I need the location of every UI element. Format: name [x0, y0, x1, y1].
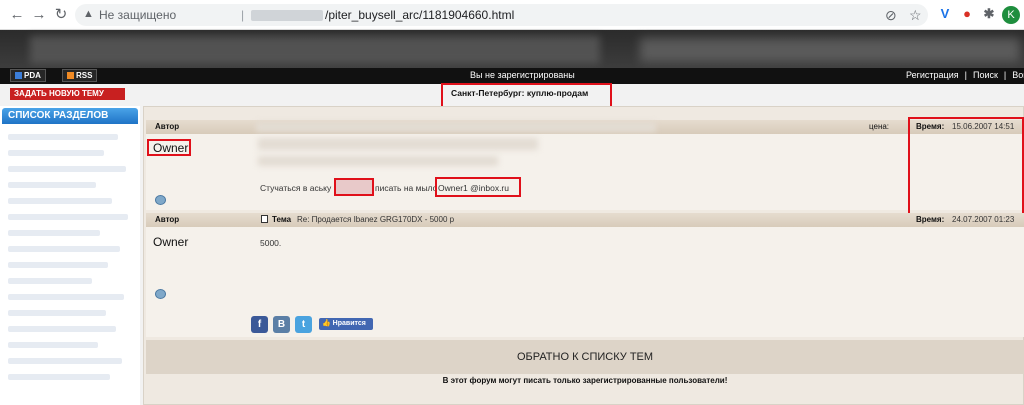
redacted-item	[8, 310, 106, 316]
pda-icon	[15, 72, 22, 79]
post-header: Автор Тема Re: Продается Ibanez GRG170DX…	[146, 213, 1024, 227]
redacted-text	[258, 156, 498, 166]
extension-v-icon[interactable]: V	[936, 5, 954, 23]
redacted-item	[8, 134, 118, 140]
pda-label: PDA	[24, 71, 41, 80]
vk-icon[interactable]: B	[273, 316, 290, 333]
highlight-box	[334, 178, 374, 196]
redacted-item	[8, 262, 108, 268]
redacted-item	[8, 150, 104, 156]
link-separator: |	[1003, 70, 1007, 80]
contact-text: писать на мыло	[375, 183, 438, 193]
redacted-item	[8, 214, 128, 220]
topic-label: Тема	[272, 215, 292, 224]
redacted-item	[8, 198, 112, 204]
redacted-item	[8, 182, 96, 188]
top-links: Регистрация | Поиск | Войти	[903, 70, 1024, 80]
author-label: Автор	[155, 215, 180, 224]
redacted-item	[8, 246, 120, 252]
redacted-header	[30, 36, 600, 64]
search-link[interactable]: Поиск	[973, 70, 998, 80]
redacted-domain	[251, 10, 323, 21]
author-label: Автор	[155, 122, 180, 131]
rss-label: RSS	[76, 71, 93, 80]
redacted-item	[8, 374, 110, 380]
redacted-item	[8, 358, 122, 364]
redacted-header	[640, 38, 1020, 62]
eye-off-icon[interactable]: ⊘	[885, 7, 897, 24]
like-label: Нравится	[332, 320, 366, 327]
redacted-item	[8, 230, 100, 236]
link-separator: |	[964, 70, 967, 80]
address-separator: |	[241, 8, 245, 22]
highlight-box	[147, 139, 191, 156]
post-topic: Re: Продается Ibanez GRG170DX - 5000 р	[297, 215, 455, 224]
redacted-item	[8, 342, 98, 348]
footer-note: В этот форум могут писать только зарегис…	[442, 376, 728, 385]
back-to-topics-link[interactable]: ОБРАТНО К СПИСКУ ТЕМ	[146, 340, 1024, 374]
register-link[interactable]: Регистрация	[906, 70, 959, 80]
redacted-text	[258, 138, 538, 150]
login-link[interactable]: Войти	[1012, 70, 1024, 80]
star-icon[interactable]: ☆	[909, 7, 922, 24]
post-author[interactable]: Owner	[153, 235, 188, 249]
reload-icon[interactable]: ↻	[52, 6, 70, 24]
facebook-icon[interactable]: f	[251, 316, 268, 333]
redacted-item	[8, 326, 116, 332]
redacted-item	[8, 294, 124, 300]
message-icon[interactable]	[155, 289, 166, 299]
url-path: /piter_buysell_arc/1181904660.html	[325, 8, 515, 22]
new-topic-button[interactable]: ЗАДАТЬ НОВУЮ ТЕМУ	[10, 88, 125, 100]
sidebar: СПИСОК РАЗДЕЛОВ	[0, 106, 140, 405]
back-icon[interactable]: ←	[8, 6, 26, 24]
redacted-topic	[256, 122, 656, 132]
address-bar[interactable]: ▲ Не защищено | /piter_buysell_arc/11819…	[75, 4, 928, 26]
post-header: Автор цена: Время: 15.06.2007 14:51	[146, 120, 1024, 134]
forward-icon[interactable]: →	[30, 6, 48, 24]
pda-button[interactable]: PDA	[10, 69, 46, 82]
redacted-item	[8, 166, 126, 172]
twitter-icon[interactable]: t	[295, 316, 312, 333]
post-time: 24.07.2007 01:23	[952, 215, 1015, 224]
site-header	[0, 30, 1024, 68]
warning-icon: ▲	[83, 8, 94, 20]
rss-button[interactable]: RSS	[62, 69, 98, 82]
contact-text: Стучаться в аську	[260, 183, 332, 193]
browser-toolbar: ← → ↻ ▲ Не защищено | /piter_buysell_arc…	[0, 0, 1024, 30]
login-status: Вы не зарегистрированы	[470, 70, 575, 80]
puzzle-icon[interactable]: ✱	[980, 5, 998, 23]
post-text: 5000.	[260, 238, 282, 248]
topic-icon	[261, 213, 270, 227]
highlight-box	[435, 177, 521, 197]
avatar[interactable]: K	[1002, 6, 1020, 24]
time-label: Время:	[916, 215, 945, 224]
like-button[interactable]: 👍 Нравится	[319, 318, 373, 330]
redacted-item	[8, 278, 92, 284]
extension-record-icon[interactable]: ●	[958, 5, 976, 23]
top-nav-bar: PDA RSS Вы не зарегистрированы Регистрац…	[0, 68, 1024, 84]
insecure-label: Не защищено	[99, 8, 177, 22]
sidebar-title: СПИСОК РАЗДЕЛОВ	[2, 108, 138, 124]
price-label: цена:	[869, 122, 890, 131]
rss-icon	[67, 72, 74, 79]
message-icon[interactable]	[155, 195, 166, 205]
